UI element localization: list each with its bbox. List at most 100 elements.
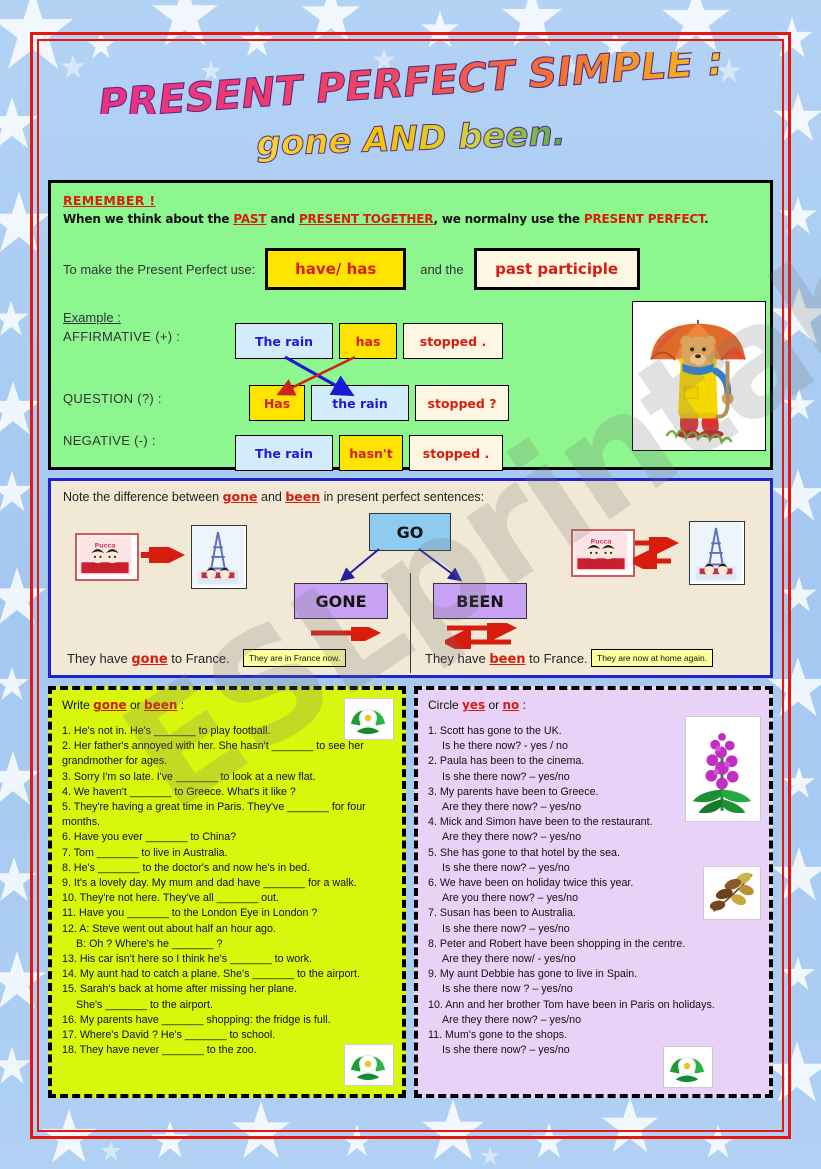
white-flower-icon <box>345 699 391 737</box>
caption-been: They are now at home again. <box>591 649 714 667</box>
exL-title-gone: gone <box>93 698 127 712</box>
svg-text:Pucca: Pucca <box>94 543 115 550</box>
note-keyword-gone: gone <box>222 489 258 504</box>
pucca-home-image-right: Pucca <box>571 529 635 577</box>
sentence-gone: They have gone to France. <box>67 651 230 667</box>
white-flower-clipart-bottom <box>344 1044 394 1086</box>
question-item[interactable]: 11. Mum's gone to the shops. <box>428 1028 761 1043</box>
question-item[interactable]: 2. Her father's annoyed with her. She ha… <box>62 739 394 769</box>
white-flower-icon-3 <box>664 1047 710 1085</box>
white-flower-icon-2 <box>345 1045 391 1083</box>
question-item[interactable]: 8. Peter and Robert have been shopping i… <box>428 937 761 952</box>
exR-title-yes: yes <box>462 698 486 712</box>
travel-arrows-right <box>633 537 679 569</box>
white-flower-clipart-right <box>663 1046 713 1088</box>
pucca-paris-image-right <box>689 521 745 585</box>
question-item[interactable]: 15. Sarah's back at home after missing h… <box>62 982 394 997</box>
chip-have-has: have/ has <box>265 248 407 290</box>
cell-negative-subject: The rain <box>235 435 333 471</box>
exL-title-a: Write <box>62 698 94 712</box>
fireweed-flower-icon <box>686 717 758 819</box>
question-item[interactable]: 7. Tom _______ to live in Australia. <box>62 846 394 861</box>
question-item[interactable]: 13. His car isn't here so I think he's _… <box>62 952 394 967</box>
svg-text:PRESENT PERFECT SIMPLE :: PRESENT PERFECT SIMPLE : <box>96 52 724 114</box>
note-text-b: and <box>257 490 286 504</box>
question-subline[interactable]: She's _______ to the airport. <box>62 998 394 1013</box>
gone-been-diagram-box: Note the difference between gone and bee… <box>48 478 773 678</box>
teddy-bear-umbrella-image <box>632 301 766 451</box>
intro-text-a: When we think about the <box>63 212 234 226</box>
question-item[interactable]: 8. He's _______ to the doctor's and now … <box>62 861 394 876</box>
intro-text-d: . <box>704 212 709 226</box>
formula-row: To make the Present Perfect use: have/ h… <box>63 248 758 290</box>
question-item[interactable]: 3. Sorry I'm so late. I've _______ to lo… <box>62 770 394 785</box>
keyword-present-together: PRESENT TOGETHER <box>298 212 434 226</box>
autumn-leaves-clipart <box>703 866 761 920</box>
keyword-past: PAST <box>233 212 267 226</box>
cell-negative-verb: stopped . <box>409 435 503 471</box>
eiffel-tower-icon <box>192 526 244 586</box>
pucca-home-icon: Pucca <box>77 535 133 575</box>
eiffel-tower-icon-2 <box>690 522 742 582</box>
exR-title-no: no <box>502 698 520 712</box>
sentence-gone-keyword: gone <box>131 652 168 667</box>
sentence-gone-c: to France. <box>167 651 230 666</box>
remember-box: REMEMBER ! When we think about the PAST … <box>48 180 773 471</box>
question-item[interactable]: 5. They're having a great time in Paris.… <box>62 800 394 830</box>
title-line2-art: gone AND been. <box>255 113 566 165</box>
cell-affirmative-aux: has <box>339 323 397 359</box>
page-title: PRESENT PERFECT SIMPLE : gone AND been. <box>45 38 776 173</box>
inversion-arrows <box>276 355 356 397</box>
svg-text:gone AND been.: gone AND been. <box>255 114 565 165</box>
pucca-paris-image-left <box>191 525 247 589</box>
question-item[interactable]: 9. My aunt Debbie has gone to live in Sp… <box>428 967 761 982</box>
cell-affirmative-verb: stopped . <box>403 323 503 359</box>
answer-options[interactable]: Are they there now/ - yes/no <box>428 952 761 967</box>
round-trip-arrows <box>445 623 517 649</box>
exercise-gone-been: Write gone or been : 1. He's not in. He'… <box>48 686 406 1098</box>
question-item[interactable]: 12. A: Steve went out about half an hour… <box>62 922 394 937</box>
sentence-gone-a: They have <box>67 651 132 666</box>
pink-flower-clipart <box>685 716 761 822</box>
formula-connector: and the <box>420 261 464 277</box>
question-item[interactable]: 5. She has gone to that hotel by the sea… <box>428 846 761 861</box>
teddy-bear-icon <box>633 302 763 448</box>
exL-title-been: been <box>143 698 178 712</box>
exercise-right-title: Circle yes or no : <box>428 698 761 712</box>
answer-options[interactable]: Is she there now? – yes/no <box>428 922 761 937</box>
intro-text-c: , we normalny use the <box>433 212 584 226</box>
row-label-negative: NEGATIVE (-) : <box>63 433 156 448</box>
question-item[interactable]: 11. Have you _______ to the London Eye i… <box>62 906 394 921</box>
note-text-a: Note the difference between <box>63 490 223 504</box>
question-item[interactable]: 17. Where's David ? He's _______ to scho… <box>62 1028 394 1043</box>
question-item[interactable]: 4. We haven't _______ to Greece. What's … <box>62 785 394 800</box>
title-line1-art: PRESENT PERFECT SIMPLE : <box>96 38 725 129</box>
one-way-arrow <box>311 627 381 641</box>
exR-title-or: or <box>485 698 503 712</box>
question-item[interactable]: 10. Ann and her brother Tom have been in… <box>428 998 761 1013</box>
answer-options[interactable]: Is she there now ? – yes/no <box>428 982 761 997</box>
cell-affirmative-subject: The rain <box>235 323 333 359</box>
question-item[interactable]: 16. My parents have _______ shopping: th… <box>62 1013 394 1028</box>
chip-past-participle: past participle <box>473 248 640 290</box>
answer-options[interactable]: Are they there now? – yes/no <box>428 830 761 845</box>
exL-title-colon: : <box>177 698 185 712</box>
sentence-been-keyword: been <box>489 652 526 667</box>
question-item[interactable]: 10. They're not here. They've all ______… <box>62 891 394 906</box>
answer-options[interactable]: Are they there now? – yes/no <box>428 1013 761 1028</box>
diagram-note: Note the difference between gone and bee… <box>63 489 484 504</box>
note-keyword-been: been <box>285 489 321 504</box>
node-go: GO <box>369 513 451 551</box>
white-flower-clipart-top <box>344 698 394 740</box>
pucca-home-image-left: Pucca <box>75 533 139 581</box>
sentence-been-c: to France. <box>525 651 588 666</box>
autumn-leaves-icon <box>704 867 758 917</box>
question-item[interactable]: 9. It's a lovely day. My mum and dad hav… <box>62 876 394 891</box>
question-item[interactable]: 6. Have you ever _______ to China? <box>62 830 394 845</box>
travel-arrow-left <box>141 547 185 563</box>
question-subline[interactable]: B: Oh ? Where's he _______ ? <box>62 937 394 952</box>
question-item[interactable]: 14. My aunt had to catch a plane. She's … <box>62 967 394 982</box>
diagram-branch-arrows <box>339 548 463 582</box>
sentence-been-a: They have <box>425 651 490 666</box>
keyword-present-perfect: PRESENT PERFECT <box>583 212 705 226</box>
